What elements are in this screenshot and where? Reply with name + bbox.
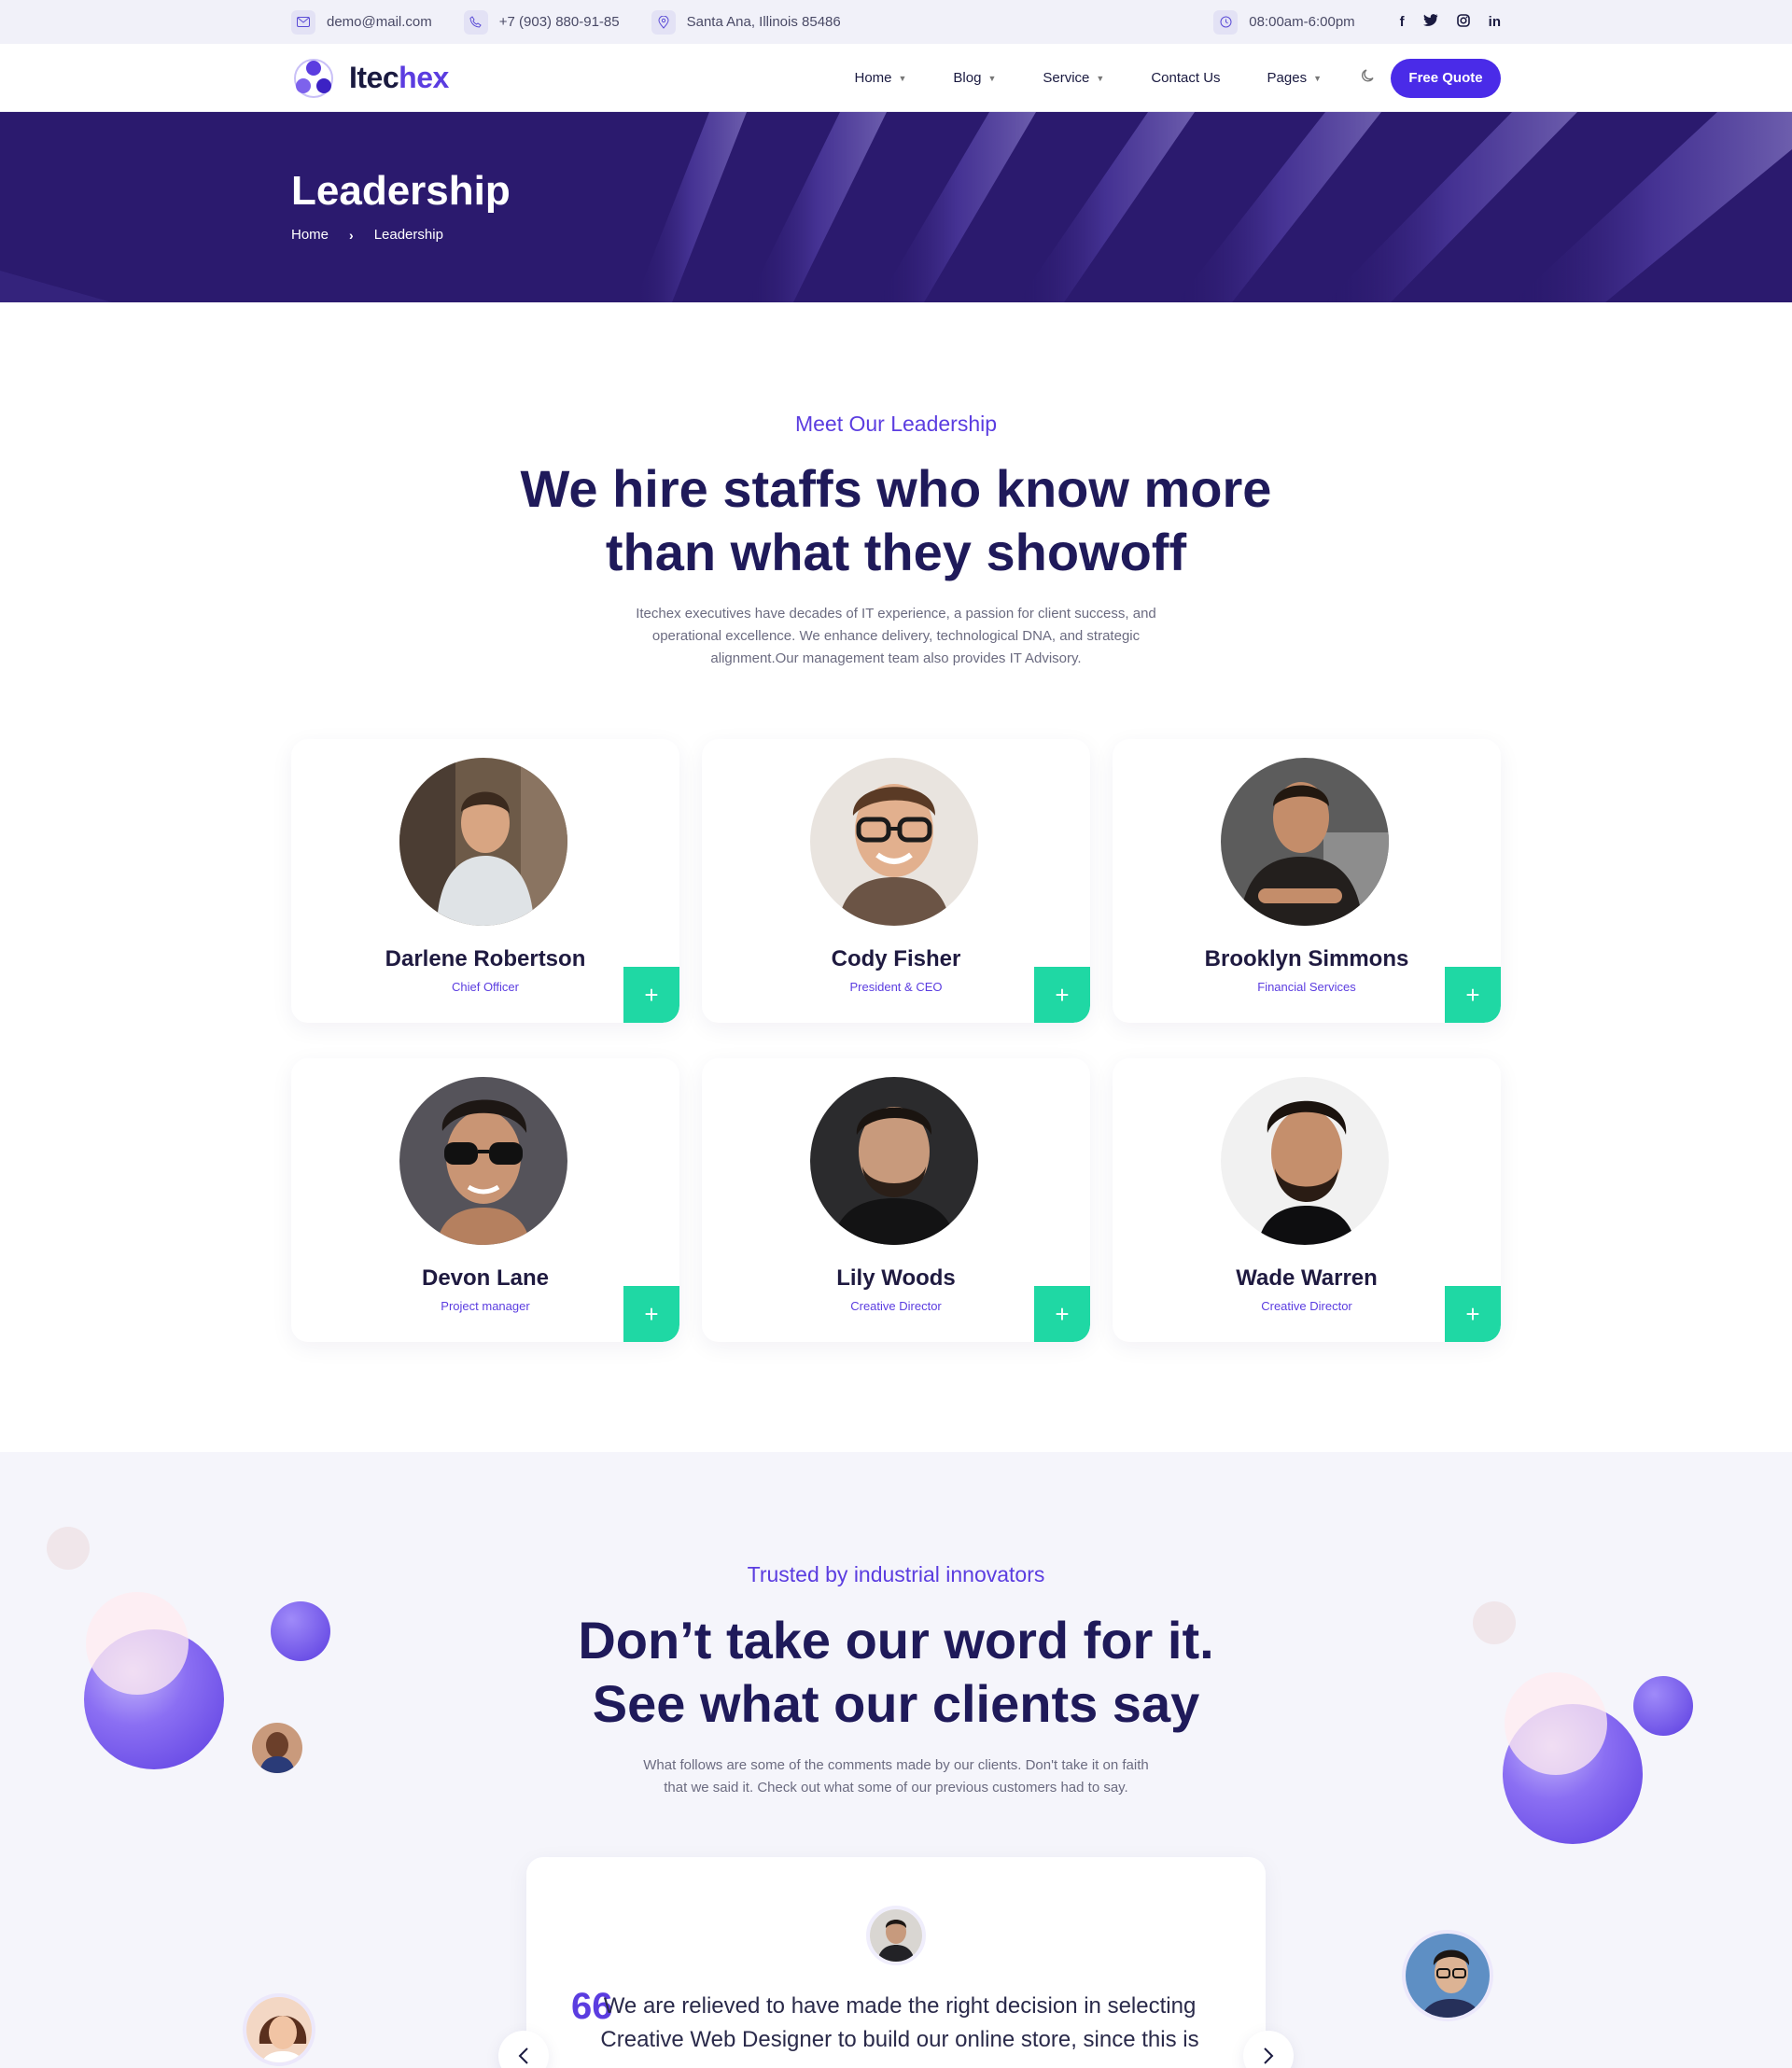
page-hero: Leadership Home › Leadership (0, 112, 1792, 302)
avatar (1221, 758, 1389, 926)
testimonial-eyebrow: Trusted by industrial innovators (747, 1562, 1045, 1586)
leadership-title-line2: than what they showoff (605, 523, 1187, 581)
testimonial-card: 66 We are relieved to have made the righ… (526, 1857, 1266, 2068)
nav-pages-label: Pages (1267, 70, 1308, 86)
free-quote-button[interactable]: Free Quote (1391, 58, 1501, 98)
member-expand-button[interactable]: + (623, 967, 679, 1023)
breadcrumb: Home › Leadership (291, 227, 443, 243)
avatar (399, 758, 567, 926)
member-role: Financial Services (1257, 980, 1356, 994)
team-card: Devon Lane Project manager + (291, 1058, 679, 1342)
leadership-description: Itechex executives have decades of IT ex… (616, 603, 1176, 670)
nav-links: Home ▼ Blog ▼ Service ▼ Contact Us Pages ▼ (854, 70, 1322, 86)
nav-home[interactable]: Home ▼ (854, 70, 906, 86)
member-role: President & CEO (849, 980, 943, 994)
nav-pages[interactable]: Pages ▼ (1267, 70, 1322, 86)
member-name: Darlene Robertson (385, 946, 586, 971)
member-name: Wade Warren (1236, 1265, 1378, 1291)
leadership-title-line1: We hire staffs who know more (520, 459, 1272, 518)
chevron-down-icon: ▼ (987, 73, 997, 83)
member-expand-button[interactable]: + (1034, 1286, 1090, 1342)
logo-text-part2: hex (399, 61, 449, 94)
chevron-down-icon: ▼ (1313, 73, 1322, 83)
team-card: Brooklyn Simmons Financial Services + (1113, 739, 1501, 1023)
page-title: Leadership (291, 168, 511, 214)
breadcrumb-home[interactable]: Home (291, 227, 329, 243)
phone-icon (463, 9, 488, 35)
testimonial-title-line2: See what our clients say (592, 1674, 1200, 1733)
linkedin-icon[interactable]: in (1489, 14, 1501, 30)
chevron-right-icon (1264, 2047, 1274, 2064)
avatar (866, 1906, 926, 1965)
leadership-eyebrow: Meet Our Leadership (794, 412, 998, 436)
testimonial-description-line2: that we said it. Check out what some of … (664, 1780, 1128, 1796)
nav-blog[interactable]: Blog ▼ (953, 70, 996, 86)
main-navbar: Itechex Home ▼ Blog ▼ Service ▼ Contact Us … (0, 44, 1792, 112)
chevron-right-icon: › (349, 227, 354, 243)
logo-text-part1: Itec (349, 61, 399, 94)
top-bar: demo@mail.com +7 (903) 880-91-85 Santa A… (0, 0, 1792, 44)
member-role: Project manager (441, 1299, 530, 1313)
chevron-left-icon (518, 2047, 528, 2064)
facebook-icon[interactable]: f (1400, 14, 1405, 30)
social-links: f in (1381, 13, 1501, 31)
member-expand-button[interactable]: + (1034, 967, 1090, 1023)
testimonial-title-line1: Don’t take our word for it. (578, 1611, 1214, 1670)
location-pin-icon (651, 9, 676, 35)
team-card: Cody Fisher President & CEO + (702, 739, 1090, 1023)
twitter-icon[interactable] (1422, 14, 1438, 30)
instagram-icon[interactable] (1456, 13, 1470, 31)
team-card: Darlene Robertson Chief Officer + (291, 739, 679, 1023)
nav-service[interactable]: Service ▼ (1043, 70, 1104, 86)
member-name: Cody Fisher (831, 946, 961, 971)
avatar (810, 758, 978, 926)
team-card: Wade Warren Creative Director + (1113, 1058, 1501, 1342)
nav-contact[interactable]: Contact Us (1151, 70, 1220, 86)
leadership-description-line1: Itechex executives have decades of IT ex… (636, 606, 1156, 622)
topbar-hours: 08:00am-6:00pm (1213, 9, 1355, 35)
member-expand-button[interactable]: + (623, 1286, 679, 1342)
hero-decoration (0, 112, 1792, 302)
logo-mark-icon (291, 56, 336, 101)
member-expand-button[interactable]: + (1445, 1286, 1501, 1342)
nav-service-label: Service (1043, 70, 1090, 86)
member-expand-button[interactable]: + (1445, 967, 1501, 1023)
topbar-email-text: demo@mail.com (327, 14, 432, 30)
topbar-phone[interactable]: +7 (903) 880-91-85 (463, 9, 620, 35)
nav-blog-label: Blog (953, 70, 982, 86)
testimonial-quote: We are relieved to have made the right d… (600, 1993, 1199, 2068)
clock-icon (1213, 9, 1239, 35)
testimonial-description: What follows are some of the comments ma… (616, 1754, 1176, 1799)
moon-icon[interactable] (1361, 68, 1376, 88)
logo[interactable]: Itechex (291, 56, 449, 101)
topbar-hours-text: 08:00am-6:00pm (1249, 14, 1355, 30)
nav-home-label: Home (854, 70, 892, 86)
avatar (399, 1077, 567, 1245)
member-name: Brooklyn Simmons (1204, 946, 1409, 971)
leadership-description-line3: alignment.Our management team also provi… (710, 650, 1082, 666)
member-name: Devon Lane (421, 1265, 550, 1291)
member-role: Creative Director (1261, 1299, 1352, 1313)
chevron-down-icon: ▼ (898, 73, 907, 83)
team-card: Lily Woods Creative Director + (702, 1058, 1090, 1342)
member-role: Chief Officer (451, 980, 519, 994)
testimonial-description-line1: What follows are some of the comments ma… (643, 1757, 1149, 1773)
member-name: Lily Woods (836, 1265, 956, 1291)
avatar (1221, 1077, 1389, 1245)
client-avatar (243, 1993, 315, 2066)
topbar-address: Santa Ana, Illinois 85486 (651, 9, 841, 35)
chevron-down-icon: ▼ (1096, 73, 1105, 83)
breadcrumb-current: Leadership (373, 227, 443, 243)
mail-icon (291, 9, 315, 35)
topbar-email[interactable]: demo@mail.com (291, 9, 432, 35)
client-avatar (1402, 1930, 1493, 2021)
nav-contact-label: Contact Us (1151, 70, 1221, 86)
leadership-description-line2: operational excellence. We enhance deliv… (651, 628, 1141, 644)
avatar (810, 1077, 978, 1245)
member-role: Creative Director (850, 1299, 942, 1313)
topbar-address-text: Santa Ana, Illinois 85486 (686, 14, 841, 30)
logo-text: Itechex (349, 61, 449, 95)
topbar-phone-text: +7 (903) 880-91-85 (498, 14, 620, 30)
